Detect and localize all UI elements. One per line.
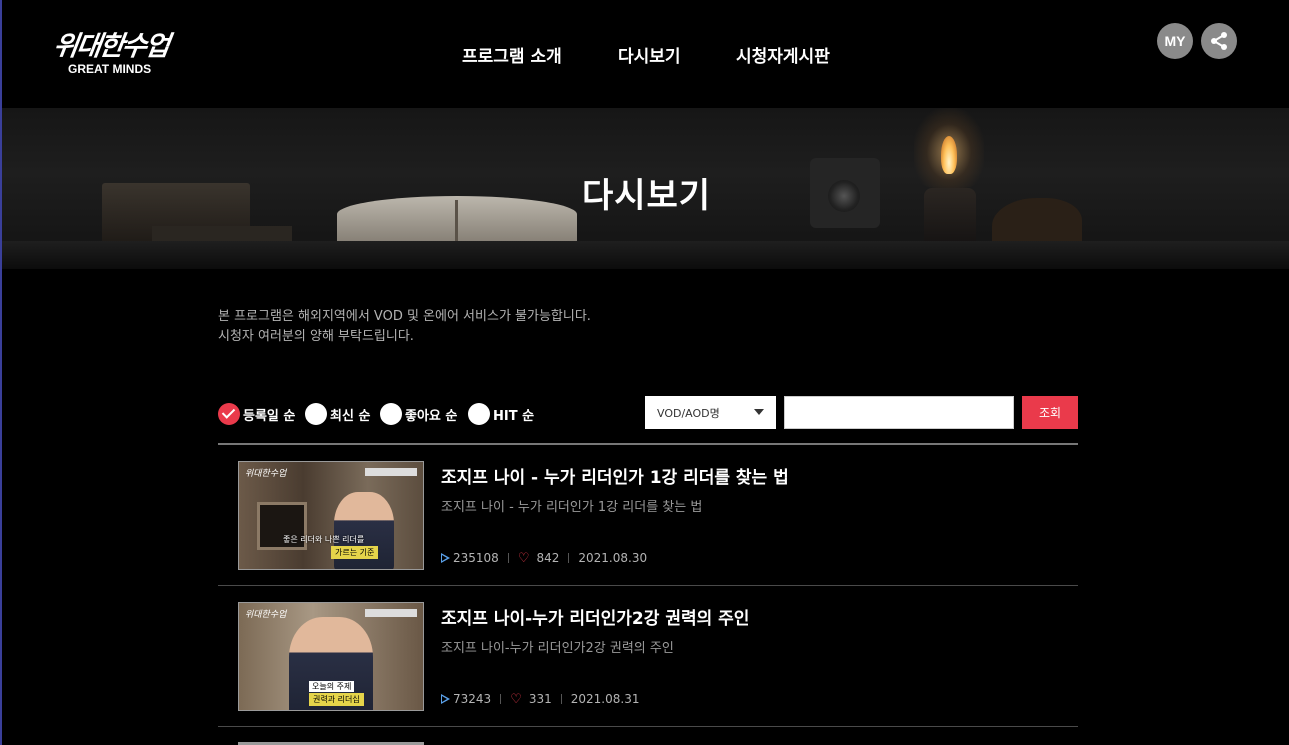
view-count: 73243 <box>453 692 492 706</box>
page-banner: 다시보기 <box>2 108 1289 269</box>
thumb-caption: 오늘의 주제 <box>309 681 355 692</box>
item-subtitle: 조지프 나이 - 누가 리더인가 1강 리더를 찾는 법 <box>441 500 703 515</box>
notice-line-2: 시청자 여러분의 양해 부탁드립니다. <box>218 329 414 344</box>
thumb-caption-highlight: 가르는 기준 <box>331 546 379 559</box>
sort-label: HIT 순 <box>493 408 535 424</box>
share-icon <box>1211 32 1227 50</box>
thumb-logo: 위대한수업 <box>245 469 287 479</box>
sort-by-likes[interactable]: 좋아요 순 <box>380 402 457 426</box>
item-date: 2021.08.30 <box>578 551 648 565</box>
check-icon <box>218 403 240 425</box>
search-button[interactable]: 조회 <box>1022 396 1078 429</box>
item-title[interactable]: 조지프 나이 - 누가 리더인가 1강 리더를 찾는 법 <box>441 463 789 488</box>
thumb-caption: 좋은 리더와 나쁜 리더를 <box>283 535 365 544</box>
view-count: 235108 <box>453 551 499 565</box>
nav-viewer-board[interactable]: 시청자게시판 <box>736 42 830 67</box>
radio-icon <box>380 403 402 425</box>
item-meta: 235108 ♡ 842 2021.08.30 <box>441 550 647 566</box>
item-meta: 73243 ♡ 331 2021.08.31 <box>441 691 639 707</box>
list-item[interactable]: 위대한수업 오늘의 주제 권력과 리더십 조지프 나이-누가 리더인가2강 권력… <box>218 586 1078 727</box>
my-button[interactable]: MY <box>1157 23 1193 59</box>
play-icon <box>441 694 450 704</box>
nav-replay[interactable]: 다시보기 <box>618 42 681 67</box>
thumb-caption-highlight: 권력과 리더십 <box>309 693 364 706</box>
item-date: 2021.08.31 <box>570 692 640 706</box>
item-subtitle: 조지프 나이-누가 리더인가2강 권력의 주인 <box>441 641 674 656</box>
search-input[interactable] <box>784 396 1014 429</box>
page-title: 다시보기 <box>581 176 712 216</box>
meta-divider <box>568 553 570 563</box>
sort-by-registration[interactable]: 등록일 순 <box>218 402 295 426</box>
like-count: 842 <box>536 551 560 565</box>
chevron-down-icon <box>754 409 764 415</box>
radio-icon <box>305 403 327 425</box>
logo-korean: 위대한수업 <box>51 31 170 62</box>
banner-desk <box>2 241 1289 269</box>
meta-divider <box>500 694 502 704</box>
radio-icon <box>468 403 490 425</box>
notice-line-1: 본 프로그램은 해외지역에서 VOD 및 온에어 서비스가 불가능합니다. <box>218 309 591 324</box>
sort-by-latest[interactable]: 최신 순 <box>305 402 370 426</box>
vod-list: 위대한수업 좋은 리더와 나쁜 리더를 가르는 기준 조지프 나이 - 누가 리… <box>218 445 1078 727</box>
heart-icon: ♡ <box>510 691 522 707</box>
like-count: 331 <box>528 692 552 706</box>
thumb-tag <box>365 468 417 476</box>
nav-program-intro[interactable]: 프로그램 소개 <box>462 42 562 67</box>
item-title[interactable]: 조지프 나이-누가 리더인가2강 권력의 주인 <box>441 604 749 629</box>
meta-divider <box>507 553 509 563</box>
region-notice: 본 프로그램은 해외지역에서 VOD 및 온에어 서비스가 불가능합니다. 시청… <box>218 307 591 347</box>
sort-label: 좋아요 순 <box>405 408 458 424</box>
list-item[interactable]: 위대한수업 좋은 리더와 나쁜 리더를 가르는 기준 조지프 나이 - 누가 리… <box>218 445 1078 586</box>
logo[interactable]: 위대한수업 GREAT MINDS <box>51 24 182 80</box>
sort-by-hit[interactable]: HIT 순 <box>468 402 534 426</box>
play-icon <box>441 553 450 563</box>
thumb-tag <box>365 609 417 617</box>
sort-label: 최신 순 <box>330 408 371 424</box>
sort-label: 등록일 순 <box>243 408 296 424</box>
search-type-select[interactable]: VOD/AOD명 <box>645 396 776 429</box>
logo-english: GREAT MINDS <box>68 62 152 76</box>
heart-icon: ♡ <box>517 550 530 566</box>
thumbnail-image[interactable]: 위대한수업 좋은 리더와 나쁜 리더를 가르는 기준 <box>238 461 424 570</box>
meta-divider <box>560 694 562 704</box>
thumbnail-image[interactable]: 위대한수업 오늘의 주제 권력과 리더십 <box>238 602 424 711</box>
thumb-logo: 위대한수업 <box>245 610 287 620</box>
share-button[interactable] <box>1201 23 1237 59</box>
search-type-value: VOD/AOD명 <box>657 406 720 420</box>
site-header: 위대한수업 GREAT MINDS 프로그램 소개 다시보기 시청자게시판 MY <box>2 0 1289 108</box>
